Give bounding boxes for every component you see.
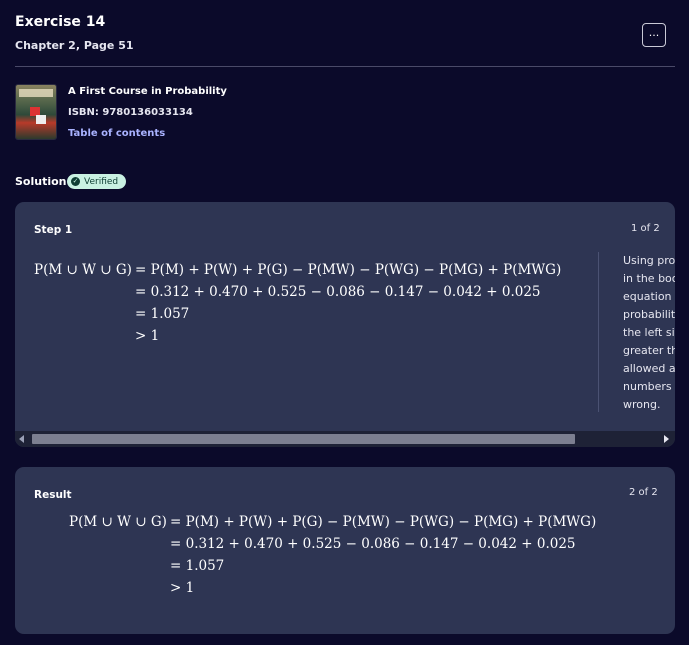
equation-line-2: = 0.312 + 0.470 + 0.525 − 0.086 − 0.147 … xyxy=(135,284,541,300)
header-divider xyxy=(15,66,675,67)
explanation-line: allowed a xyxy=(623,362,675,375)
result-equation-line-1: = P(M) + P(W) + P(G) − P(MW) − P(WG) − P… xyxy=(170,514,597,530)
explanation-line: wrong. xyxy=(623,398,661,411)
ellipsis-icon: ··· xyxy=(648,28,660,42)
equation-line-4: > 1 xyxy=(135,328,160,344)
result-equation-line-3: = 1.057 xyxy=(170,558,225,574)
verified-badge: ✓ Verified xyxy=(67,174,127,189)
book-isbn: ISBN: 9780136033134 xyxy=(68,107,193,118)
step-1-card: Step 1 1 of 2 P(M ∪ W ∪ G) = P(M) + P(W)… xyxy=(15,202,675,447)
explanation-line: Using pro xyxy=(623,254,675,267)
step-counter: 1 of 2 xyxy=(631,223,660,234)
explanation-line: the left si xyxy=(623,326,675,339)
result-equation-line-2: = 0.312 + 0.470 + 0.525 − 0.086 − 0.147 … xyxy=(170,536,576,552)
book-title: A First Course in Probability xyxy=(68,86,227,97)
exercise-title: Exercise 14 xyxy=(15,14,106,30)
result-card: Result 2 of 2 P(M ∪ W ∪ G) = P(M) + P(W)… xyxy=(15,467,675,634)
arrow-right-icon[interactable] xyxy=(664,435,669,443)
explanation-line: equation xyxy=(623,290,672,303)
equation-lhs: P(M ∪ W ∪ G) xyxy=(34,262,132,278)
equation-line-1: = P(M) + P(W) + P(G) − P(MW) − P(WG) − P… xyxy=(135,262,562,278)
result-equation-line-4: > 1 xyxy=(170,580,195,596)
explanation-line: numbers xyxy=(623,380,672,393)
explanation-line: in the boo xyxy=(623,272,675,285)
explanation-line: probabilit xyxy=(623,308,675,321)
book-cover-image[interactable] xyxy=(16,85,56,139)
chapter-page-subtitle: Chapter 2, Page 51 xyxy=(15,39,134,52)
equation-line-3: = 1.057 xyxy=(135,306,190,322)
step-explanation: Using pro in the boo equation probabilit… xyxy=(623,252,675,414)
table-of-contents-link[interactable]: Table of contents xyxy=(68,128,165,139)
verified-badge-label: Verified xyxy=(84,176,119,187)
result-equation-lhs: P(M ∪ W ∪ G) xyxy=(69,514,167,530)
result-counter: 2 of 2 xyxy=(629,487,658,498)
more-options-button[interactable]: ··· xyxy=(642,23,666,47)
arrow-left-icon[interactable] xyxy=(19,435,24,443)
column-divider xyxy=(598,252,599,412)
result-label: Result xyxy=(34,489,72,501)
horizontal-scrollbar[interactable] xyxy=(15,431,675,447)
scrollbar-thumb[interactable] xyxy=(32,434,575,444)
explanation-line: greater th xyxy=(623,344,675,357)
solution-heading: Solution xyxy=(15,175,67,188)
step-label: Step 1 xyxy=(34,224,73,236)
check-circle-icon: ✓ xyxy=(71,177,80,186)
